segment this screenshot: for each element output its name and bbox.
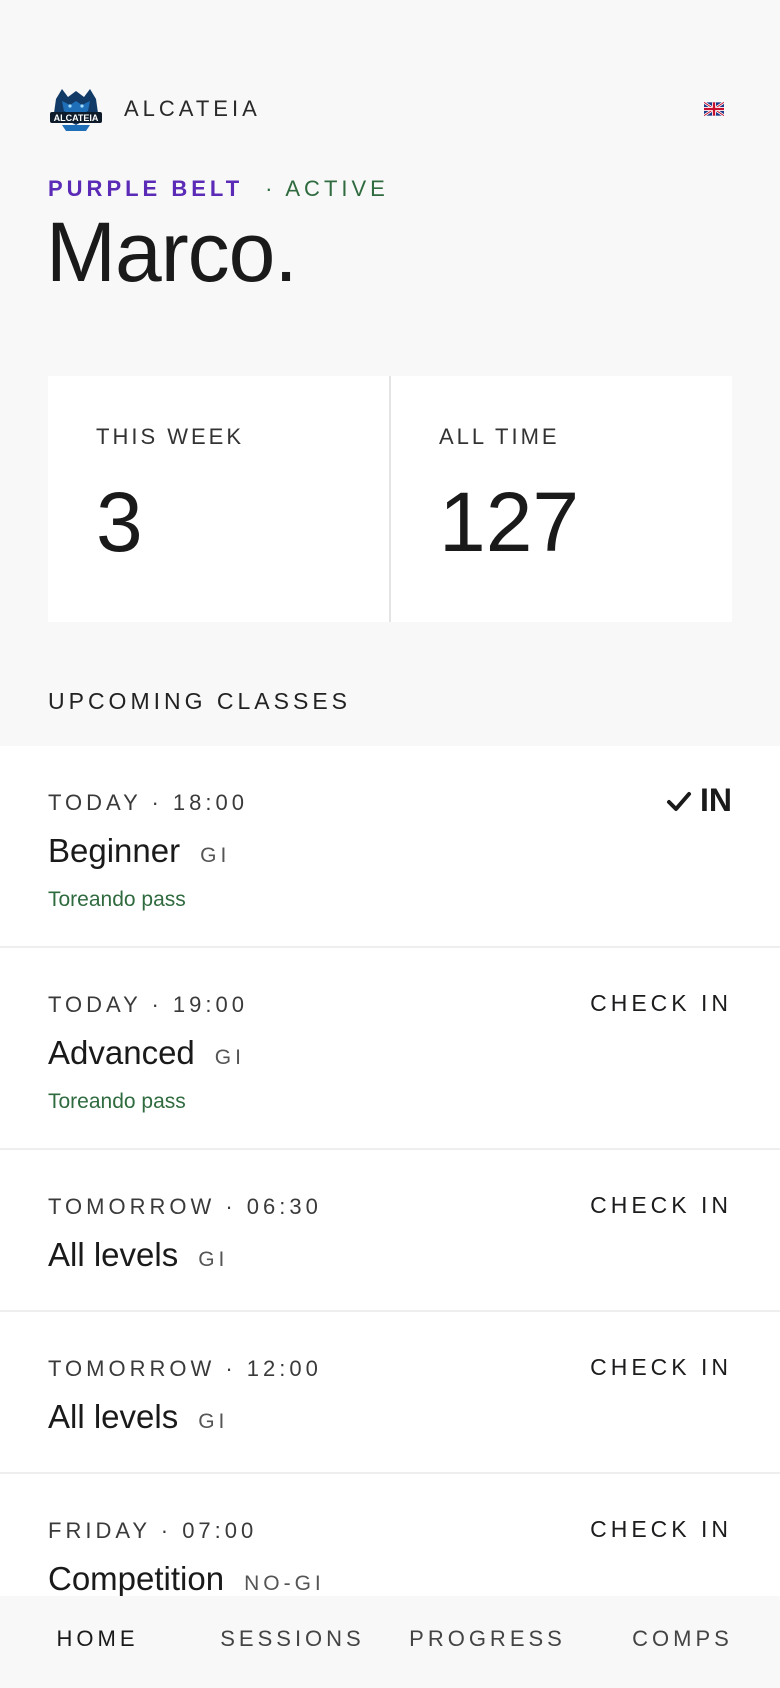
section-title-upcoming: UPCOMING CLASSES [48,688,351,714]
class-title: All levels GI [48,1398,732,1436]
class-technique: Toreando pass [48,888,186,911]
stat-value: 3 [96,475,143,569]
upcoming-classes-list: TODAY · 18:00 Beginner GI Toreando pass … [0,746,780,1636]
class-title: All levels GI [48,1236,732,1274]
active-status: · ACTIVE [265,176,389,201]
class-title: Competition NO-GI [48,1560,732,1598]
class-item: TODAY · 19:00 Advanced GI Toreando pass … [0,948,780,1150]
class-name: All levels [48,1398,179,1435]
class-type: GI [214,1046,245,1069]
class-type: GI [200,844,231,867]
stat-label: ALL TIME [439,424,560,449]
bottom-nav: HOME SESSIONS PROGRESS COMPS [0,1596,780,1688]
check-in-button[interactable]: CHECK IN [590,990,732,1017]
class-title: Advanced GI [48,1034,732,1072]
nav-progress[interactable]: PROGRESS [390,1596,585,1688]
class-item: TOMORROW · 12:00 All levels GI CHECK IN [0,1312,780,1474]
checked-in-label: IN [700,782,732,818]
class-type: GI [198,1410,229,1433]
member-name: Marco. [46,205,298,299]
class-name: Advanced [48,1034,195,1071]
belt-rank: PURPLE BELT [48,176,244,201]
class-name: Competition [48,1560,225,1597]
alcateia-logo: ALCATEIA [50,89,102,131]
check-in-button[interactable]: CHECK IN [590,1516,732,1543]
uk-flag-icon[interactable] [704,102,724,116]
nav-home[interactable]: HOME [0,1596,195,1688]
check-in-button[interactable]: CHECK IN [590,1354,732,1381]
logo-text: ALCATEIA [54,113,99,123]
class-name: All levels [48,1236,179,1273]
class-name: Beginner [48,832,181,869]
class-item: TOMORROW · 06:30 All levels GI CHECK IN [0,1150,780,1312]
stat-this-week: THIS WEEK 3 [48,376,389,622]
stat-all-time: ALL TIME 127 [389,376,732,622]
class-title: Beginner GI [48,832,732,870]
nav-comps[interactable]: COMPS [585,1596,780,1688]
stat-label: THIS WEEK [96,424,245,449]
stat-value: 127 [439,475,580,569]
nav-sessions[interactable]: SESSIONS [195,1596,390,1688]
checked-in-button[interactable]: IN [666,782,732,819]
class-item: TODAY · 18:00 Beginner GI Toreando pass … [0,746,780,948]
class-type: GI [198,1248,229,1271]
membership-status: PURPLE BELT · ACTIVE [48,176,389,202]
class-time: TODAY · 18:00 [48,790,248,815]
class-type: NO-GI [244,1572,325,1595]
class-technique: Toreando pass [48,1090,186,1113]
home-screen: ALCATEIA ALCATEIA PURPLE BELT · ACTIVE M… [0,0,780,1688]
stats-card: THIS WEEK 3 ALL TIME 127 [48,376,732,622]
check-icon [667,791,691,811]
check-in-button[interactable]: CHECK IN [590,1192,732,1219]
header: ALCATEIA ALCATEIA [48,84,732,134]
brand-name: ALCATEIA [124,96,261,121]
